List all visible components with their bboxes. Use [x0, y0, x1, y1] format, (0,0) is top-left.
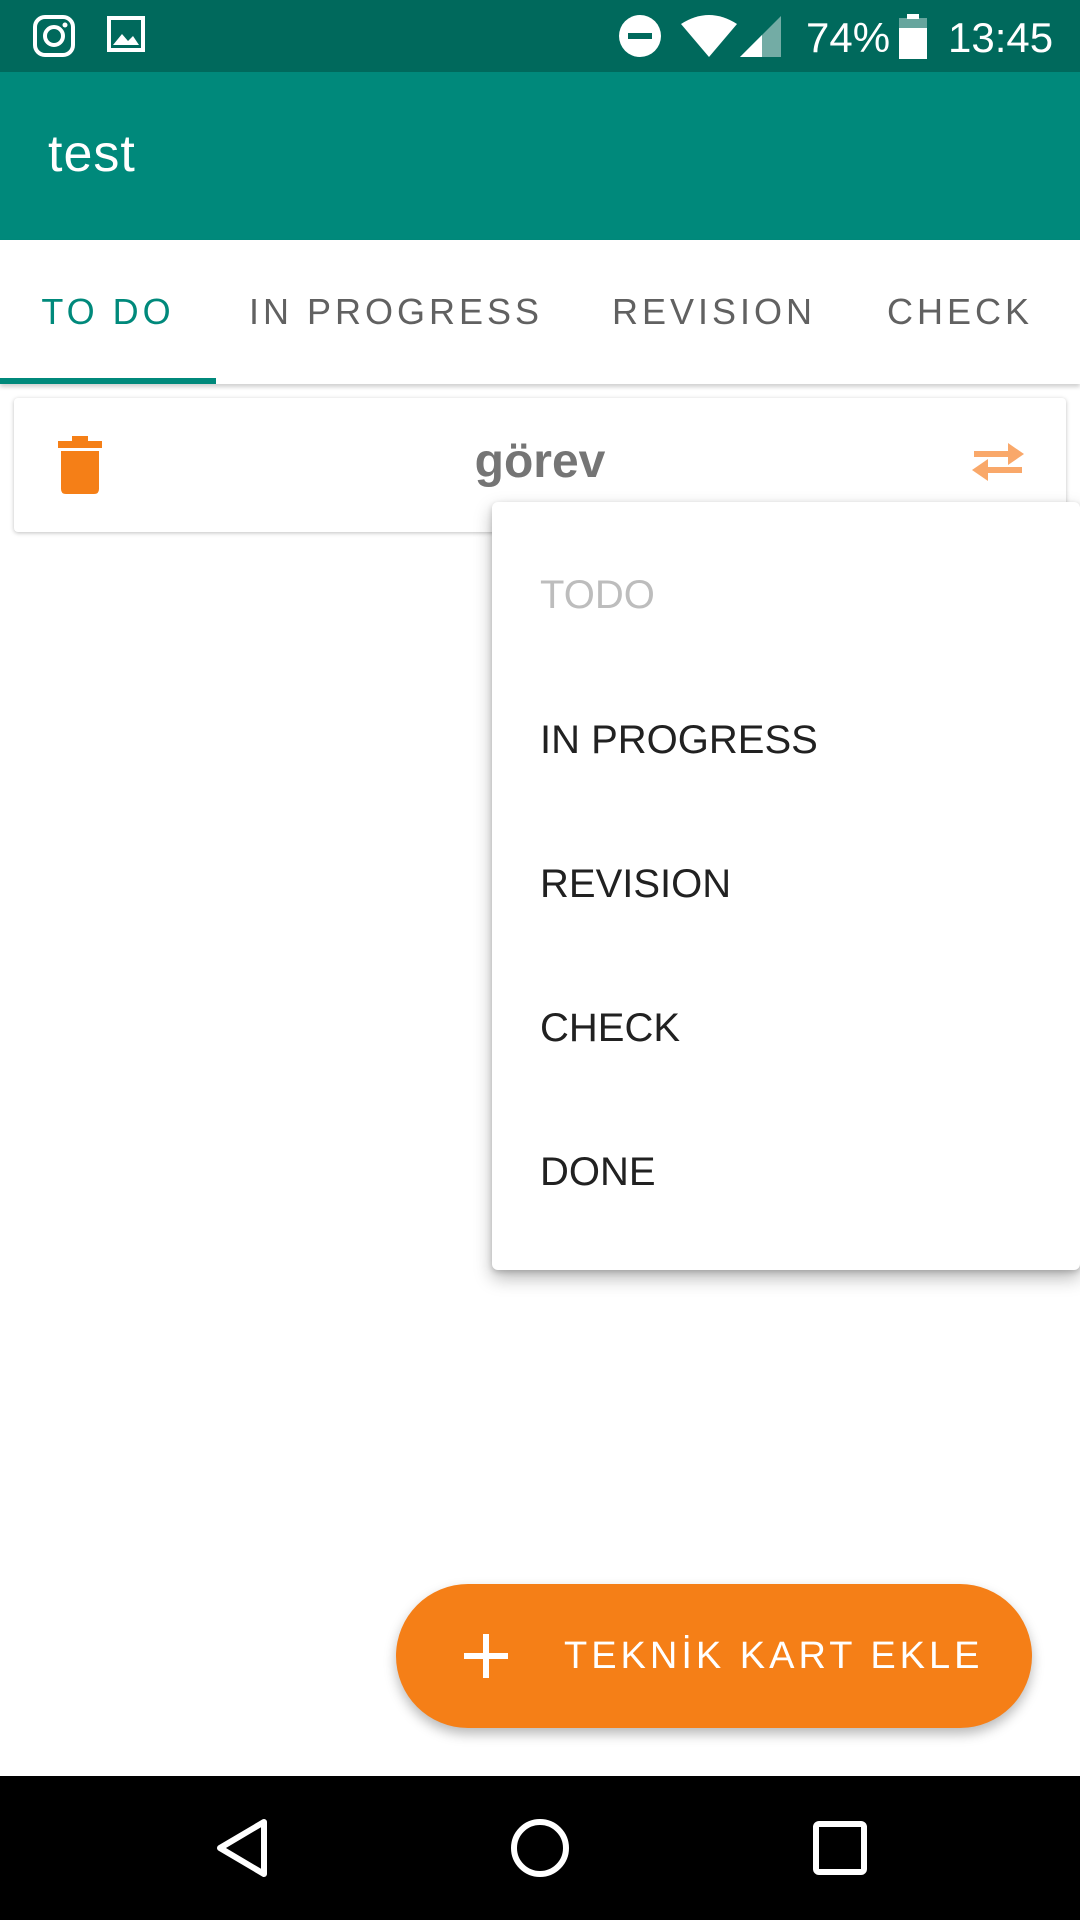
tab-indicator: [0, 378, 216, 384]
clock: 13:45: [948, 14, 1054, 61]
back-icon[interactable]: [208, 1812, 280, 1889]
tab-check[interactable]: CHECK: [852, 240, 1068, 384]
move-status-menu: TODO IN PROGRESS REVISION CHECK DONE: [492, 502, 1080, 1270]
wifi-icon: [680, 14, 738, 63]
tab-in-progress[interactable]: IN PROGRESS: [216, 240, 576, 384]
signal-icon: [738, 14, 782, 63]
menu-item-check[interactable]: CHECK: [540, 988, 680, 1068]
do-not-disturb-icon: [618, 14, 662, 63]
tab-revision[interactable]: REVISION: [576, 240, 852, 384]
gallery-icon: [106, 14, 146, 59]
recents-icon[interactable]: [804, 1812, 876, 1889]
screen: 74% 13:45 test TO DO IN PROGRESS REVISIO…: [0, 0, 1080, 1920]
tab-to-do[interactable]: TO DO: [0, 240, 216, 384]
task-title: görev: [474, 435, 606, 488]
tab-label: IN PROGRESS: [248, 291, 544, 332]
tab-label: REVISION: [611, 291, 817, 332]
plus-icon: [458, 1628, 514, 1689]
battery-icon: [898, 14, 928, 65]
menu-item-done[interactable]: DONE: [540, 1132, 656, 1212]
app-title: test: [48, 125, 136, 183]
menu-item-revision[interactable]: REVISION: [540, 844, 731, 924]
add-technical-card-button[interactable]: TEKNİK KART EKLE: [396, 1584, 1032, 1728]
tab-label: CHECK: [886, 291, 1034, 332]
tab-bar: TO DO IN PROGRESS REVISION CHECK: [0, 240, 1080, 384]
swap-arrows-icon[interactable]: [970, 440, 1026, 489]
home-icon[interactable]: [504, 1812, 576, 1889]
fab-label: TEKNİK KART EKLE: [564, 1634, 984, 1677]
app-bar: test: [0, 72, 1080, 240]
status-bar: 74% 13:45: [0, 0, 1080, 72]
navigation-bar: [0, 1776, 1080, 1920]
instagram-icon: [32, 14, 76, 63]
battery-percent: 74%: [806, 14, 891, 61]
tab-label: TO DO: [41, 291, 175, 332]
menu-item-todo: TODO: [540, 572, 655, 617]
menu-item-in-progress[interactable]: IN PROGRESS: [540, 700, 818, 780]
